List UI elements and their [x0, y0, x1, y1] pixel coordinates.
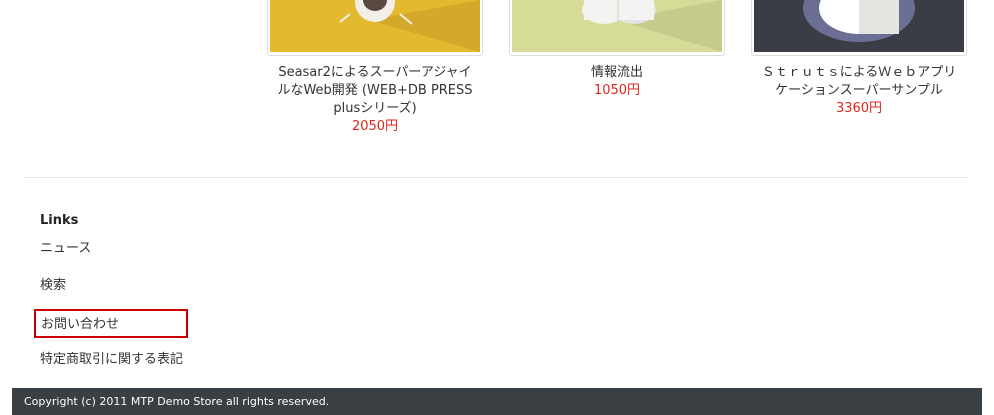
- links-item-legal: 特定商取引に関する表記: [40, 342, 440, 379]
- link-contact[interactable]: お問い合わせ: [34, 309, 188, 338]
- links-item-search: 検索: [40, 268, 440, 305]
- cloud-icon: [512, 0, 722, 52]
- links-item-news: ニュース: [40, 231, 440, 268]
- footer-copyright: Copyright (c) 2011 MTP Demo Store all ri…: [24, 395, 330, 408]
- product-grid: Seasar2によるスーパーアジャイルなWeb開発 (WEB+DB PRESS …: [0, 0, 994, 150]
- links-section: Links ニュース 検索 お問い合わせ 特定商取引に関する表記: [34, 211, 440, 379]
- links-item-contact: お問い合わせ: [34, 305, 440, 342]
- thumbnail-image: [754, 0, 964, 52]
- product-thumbnail[interactable]: [751, 0, 967, 56]
- link-search[interactable]: 検索: [40, 278, 66, 294]
- link-legal-notice[interactable]: 特定商取引に関する表記: [40, 352, 183, 368]
- product-name[interactable]: 情報流出: [509, 64, 725, 82]
- thumbnail-image: [512, 0, 722, 52]
- product-price: 3360円: [835, 101, 883, 116]
- product-name[interactable]: Seasar2によるスーパーアジャイルなWeb開発 (WEB+DB PRESS …: [267, 64, 483, 118]
- thumbnail-image: [270, 0, 480, 52]
- section-divider: [25, 177, 968, 178]
- product-thumbnail[interactable]: [509, 0, 725, 56]
- product-card[interactable]: 情報流出 1050円: [509, 0, 725, 100]
- link-news[interactable]: ニュース: [40, 241, 91, 257]
- footer: Copyright (c) 2011 MTP Demo Store all ri…: [12, 388, 982, 415]
- product-price: 1050円: [593, 83, 641, 98]
- product-thumbnail[interactable]: [267, 0, 483, 56]
- links-list: ニュース 検索 お問い合わせ 特定商取引に関する表記: [34, 231, 440, 379]
- product-card[interactable]: ＳｔｒｕｔｓによるＷｅｂアプリケーションスーパーサンプル 3360円: [751, 0, 967, 118]
- product-card[interactable]: Seasar2によるスーパーアジャイルなWeb開発 (WEB+DB PRESS …: [267, 0, 483, 136]
- page: Seasar2によるスーパーアジャイルなWeb開発 (WEB+DB PRESS …: [0, 0, 994, 415]
- product-price: 2050円: [351, 119, 399, 134]
- coffee-cup-icon: [270, 0, 480, 52]
- circle-icon: [754, 0, 964, 52]
- product-name[interactable]: ＳｔｒｕｔｓによるＷｅｂアプリケーションスーパーサンプル: [751, 64, 967, 100]
- links-title: Links: [40, 213, 79, 228]
